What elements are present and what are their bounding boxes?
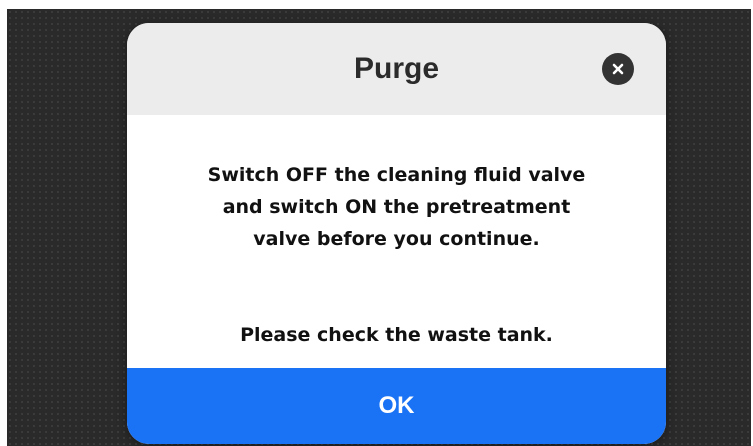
ok-button[interactable]: OK [127, 368, 666, 444]
message-line: valve before you continue. [253, 228, 540, 250]
message-line: Switch OFF the cleaning fluid valve [207, 164, 586, 186]
dialog-header: Purge [127, 23, 666, 115]
purge-dialog: Purge Switch OFF the cleaning fluid valv… [127, 23, 666, 444]
close-icon [612, 63, 624, 75]
message-line: and switch ON the pretreatment [222, 196, 571, 218]
dialog-body: Switch OFF the cleaning fluid valve and … [127, 115, 666, 368]
dialog-title: Purge [353, 52, 440, 85]
dialog-note: Please check the waste tank. [240, 324, 553, 346]
close-button[interactable] [602, 53, 634, 85]
dialog-message: Switch OFF the cleaning fluid valve and … [147, 159, 646, 255]
